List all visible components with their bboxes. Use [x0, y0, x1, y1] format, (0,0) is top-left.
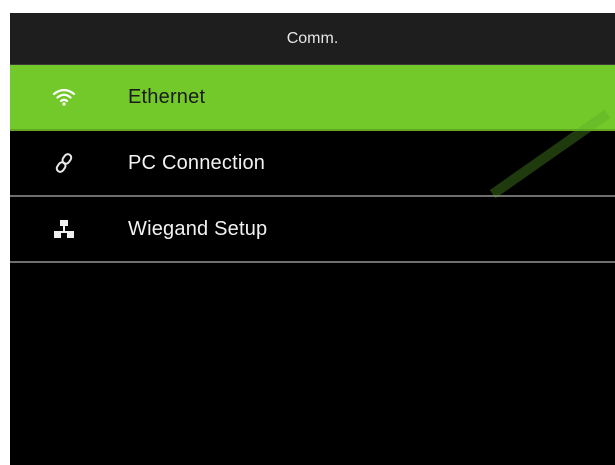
menu-item-pc-connection[interactable]: PC Connection: [10, 131, 615, 197]
menu-item-label: Ethernet: [128, 85, 206, 108]
network-icon: [42, 214, 86, 244]
menu-item-ethernet[interactable]: Ethernet: [10, 65, 615, 131]
wifi-icon: [42, 82, 86, 112]
link-icon: [42, 148, 86, 178]
menu-item-wiegand-setup[interactable]: Wiegand Setup: [10, 197, 615, 263]
device-screen: Comm. Ethernet PC Connection Wiegand Set…: [10, 13, 615, 465]
comm-menu: Ethernet PC Connection Wiegand Setup: [10, 65, 615, 263]
page-title: Comm.: [286, 29, 339, 47]
menu-item-label: Wiegand Setup: [128, 217, 268, 240]
title-bar: Comm.: [10, 13, 615, 65]
menu-item-label: PC Connection: [128, 151, 266, 174]
